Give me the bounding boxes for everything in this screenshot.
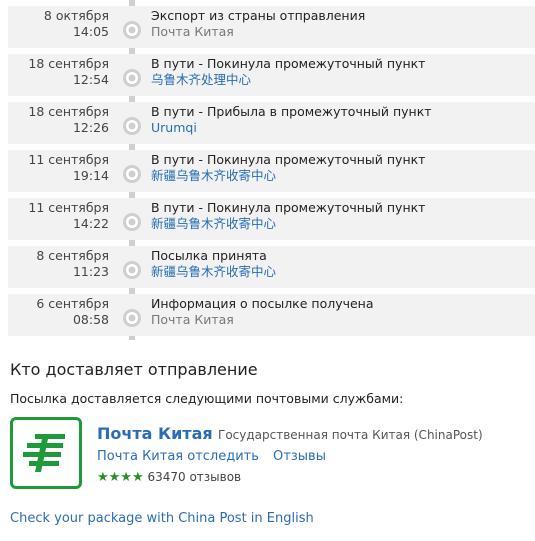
- event-date: 8 сентября: [36, 248, 109, 263]
- event-location[interactable]: 乌鲁木齐处理中心: [151, 72, 425, 88]
- event-title: Посылка принята: [151, 248, 267, 263]
- tracking-timeline: 8 октября 14:05 Экспорт из страны отправле…: [8, 0, 535, 340]
- event-info: Посылка принята 新疆乌鲁木齐收寄中心: [151, 248, 276, 280]
- event-datetime: 11 сентября 14:22: [8, 200, 109, 232]
- event-time: 12:26: [72, 120, 109, 135]
- event-time: 12:54: [72, 72, 109, 87]
- event-location[interactable]: 新疆乌鲁木齐收寄中心: [151, 216, 425, 232]
- carrier-reviews-link[interactable]: Отзывы: [273, 449, 326, 464]
- event-info: В пути - Прибыла в промежуточный пункт Ur…: [151, 104, 432, 136]
- event-title: В пути - Прибыла в промежуточный пункт: [151, 104, 432, 119]
- event-location[interactable]: Urumqi: [151, 120, 432, 136]
- event-title: Информация о посылке получена: [151, 296, 374, 311]
- event-info: Экспорт из страны отправления Почта Китая: [151, 8, 365, 40]
- timeline-dot-icon: [123, 117, 141, 135]
- timeline-dot-icon: [123, 261, 141, 279]
- carrier-links: Почта Китая отследить Отзывы: [97, 449, 336, 464]
- reviews-count: 63470 отзывов: [147, 470, 242, 484]
- rating-stars-icon: ★★★★: [97, 470, 144, 485]
- event-location: Почта Китая: [151, 24, 234, 39]
- event-datetime: 8 сентября 11:23: [8, 248, 109, 280]
- event-title: В пути - Покинула промежуточный пункт: [151, 152, 426, 167]
- event-date: 18 сентября: [28, 104, 109, 119]
- timeline-dot-icon: [123, 69, 141, 87]
- event-time: 14:05: [72, 24, 109, 39]
- event-date: 8 октября: [43, 8, 109, 23]
- event-title: Экспорт из страны отправления: [151, 8, 366, 23]
- event-time: 08:58: [72, 312, 109, 327]
- timeline-dot-icon: [123, 165, 141, 183]
- carrier-name-link[interactable]: Почта Китая: [97, 424, 213, 443]
- event-title: В пути - Покинула промежуточный пункт: [151, 200, 426, 215]
- timeline-dot-icon: [123, 21, 141, 39]
- event-date: 11 сентября: [28, 200, 109, 215]
- timeline-row: 18 сентября 12:54 В пути - Покинула промеж…: [8, 48, 535, 96]
- event-info: В пути - Покинула промежуточный пункт 新疆乌…: [151, 152, 425, 184]
- event-location[interactable]: 新疆乌鲁木齐收寄中心: [151, 264, 276, 280]
- timeline-row: 11 сентября 14:22 В пути - Покинула промеж…: [8, 192, 535, 240]
- english-check-link[interactable]: Check your package with China Post in En…: [10, 511, 314, 526]
- timeline-row: 8 октября 14:05 Экспорт из страны отправле…: [8, 0, 535, 48]
- timeline-dot-icon: [123, 213, 141, 231]
- event-info: В пути - Покинула промежуточный пункт 新疆乌…: [151, 200, 425, 232]
- delivery-section-subtitle: Посылка доставляется следующими почтовым…: [10, 391, 404, 406]
- china-post-logo-icon[interactable]: [10, 417, 82, 489]
- event-time: 11:23: [72, 264, 109, 279]
- event-time: 19:14: [72, 168, 109, 183]
- event-info: В пути - Покинула промежуточный пункт 乌鲁木…: [151, 56, 425, 88]
- event-title: В пути - Покинула промежуточный пункт: [151, 56, 426, 71]
- timeline-row: 6 сентября 08:58 Информация о посылке полу…: [8, 288, 535, 336]
- event-date: 18 сентября: [28, 56, 109, 71]
- event-location: Почта Китая: [151, 312, 234, 327]
- timeline-row: 18 сентября 12:26 В пути - Прибыла в проме…: [8, 96, 535, 144]
- event-datetime: 6 сентября 08:58: [8, 296, 109, 328]
- event-date: 6 сентября: [36, 296, 109, 311]
- event-datetime: 18 сентября 12:26: [8, 104, 109, 136]
- timeline-row: 11 сентября 19:14 В пути - Покинула промеж…: [8, 144, 535, 192]
- event-info: Информация о посылке получена Почта Китая: [151, 296, 374, 328]
- carrier-description: Государственная почта Китая (ChinaPost): [218, 428, 483, 442]
- carrier-track-link[interactable]: Почта Китая отследить: [97, 449, 259, 464]
- carrier-rating: ★★★★ 63470 отзывов: [97, 470, 241, 485]
- event-time: 14:22: [72, 216, 109, 231]
- timeline-dot-icon: [123, 309, 141, 327]
- delivery-section-title: Кто доставляет отправление: [10, 360, 258, 379]
- event-datetime: 11 сентября 19:14: [8, 152, 109, 184]
- event-datetime: 8 октября 14:05: [8, 8, 109, 40]
- event-location[interactable]: 新疆乌鲁木齐收寄中心: [151, 168, 425, 184]
- event-date: 11 сентября: [28, 152, 109, 167]
- timeline-row: 8 сентября 11:23 Посылка принята 新疆乌鲁木齐收寄中心: [8, 240, 535, 288]
- event-datetime: 18 сентября 12:54: [8, 56, 109, 88]
